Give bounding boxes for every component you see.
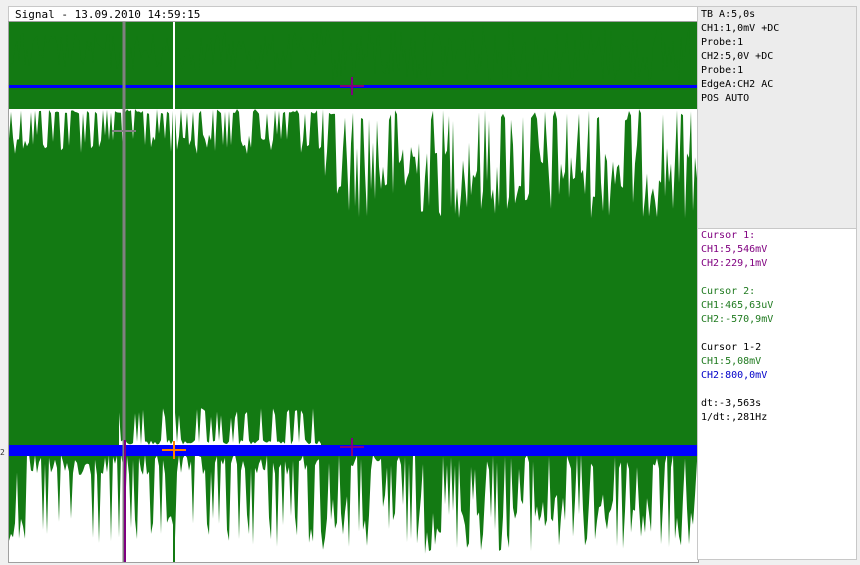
dt-value: dt:-3,563s	[701, 398, 762, 409]
timebase-setting: TB A:5,0s	[701, 9, 756, 20]
delta-label: Cursor 1-2	[701, 342, 762, 353]
delta-ch2-value: CH2:800,0mV	[701, 370, 768, 381]
cursor-readout-panel: Cursor 1: CH1:5,546mV CH2:229,1mV Cursor…	[697, 228, 857, 560]
waveform-plot[interactable]	[9, 22, 698, 562]
cursor2-label: Cursor 2:	[701, 286, 756, 297]
scope-display[interactable]	[8, 21, 699, 563]
ch1-probe-setting: Probe:1	[701, 37, 744, 48]
trigger-edge-setting: EdgeA:CH2 AC	[701, 79, 774, 90]
channel-2-marker[interactable]: 2	[0, 448, 8, 458]
cursor2-ch2-value: CH2:-570,9mV	[701, 314, 774, 325]
cursor1-ch1-value: CH1:5,546mV	[701, 244, 768, 255]
position-setting: POS AUTO	[701, 93, 750, 104]
signal-title-bar: Signal - 13.09.2010 14:59:15	[8, 6, 698, 22]
cursor2-ch1-value: CH1:465,63uV	[701, 300, 774, 311]
ch2-setting: CH2:5,0V +DC	[701, 51, 774, 62]
ch2-probe-setting: Probe:1	[701, 65, 744, 76]
settings-panel: TB A:5,0s CH1:1,0mV +DC Probe:1 CH2:5,0V…	[697, 6, 857, 230]
delta-ch1-value: CH1:5,08mV	[701, 356, 762, 367]
oscilloscope-window: Signal - 13.09.2010 14:59:15 2 TB A:5,0s…	[0, 0, 860, 565]
cursor1-ch2-value: CH2:229,1mV	[701, 258, 768, 269]
cursor1-label: Cursor 1:	[701, 230, 756, 241]
ch1-setting: CH1:1,0mV +DC	[701, 23, 780, 34]
signal-title: Signal - 13.09.2010 14:59:15	[15, 8, 201, 21]
inverse-dt-value: 1/dt:,281Hz	[701, 412, 768, 423]
